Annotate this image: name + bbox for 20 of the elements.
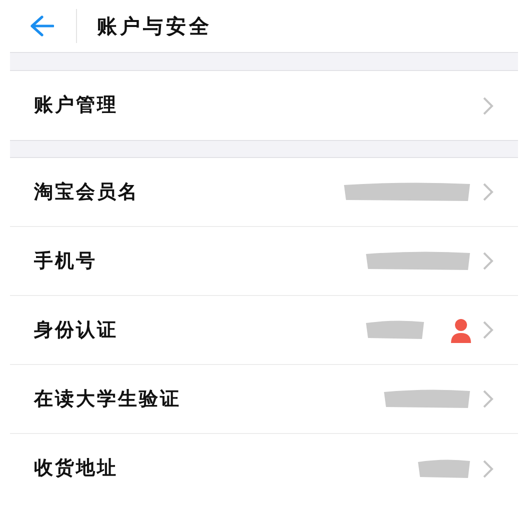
settings-row[interactable]: 在读大学生验证: [10, 365, 518, 434]
settings-row[interactable]: 手机号: [10, 227, 518, 296]
row-label: 身份认证: [34, 318, 118, 343]
back-icon[interactable]: [30, 15, 54, 37]
row-label: 淘宝会员名: [34, 180, 139, 205]
settings-row[interactable]: 淘宝会员名: [10, 158, 518, 227]
settings-row[interactable]: 收货地址: [10, 434, 518, 503]
chevron-icon: [482, 96, 494, 116]
chevron-icon: [482, 320, 494, 340]
chevron-icon: [482, 389, 494, 409]
chevron-icon: [482, 251, 494, 271]
chevron-icon: [482, 458, 494, 478]
page-title: 账户与安全: [97, 14, 212, 38]
row-label: 账户管理: [34, 93, 118, 118]
settings-row[interactable]: 身份认证: [10, 296, 518, 365]
chevron-icon: [482, 182, 494, 202]
row-label: 收货地址: [34, 456, 118, 482]
settings-row[interactable]: 账户管理: [10, 71, 518, 140]
row-label: 在读大学生验证: [34, 386, 181, 412]
row-label: 手机号: [34, 248, 97, 274]
